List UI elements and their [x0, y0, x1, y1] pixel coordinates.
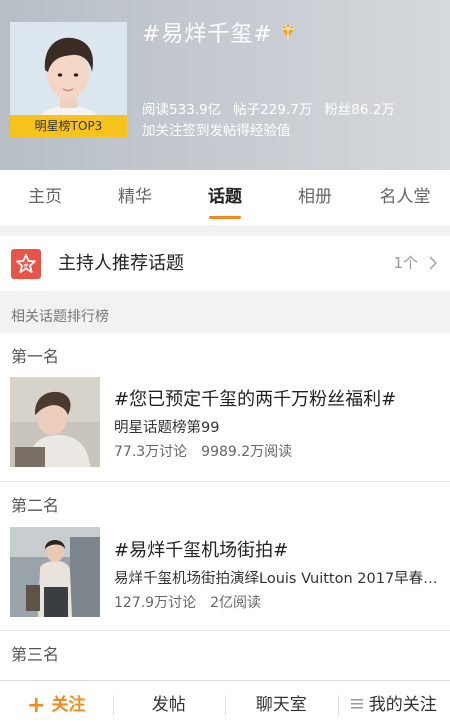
topic-meta: 127.9万讨论 2亿阅读	[114, 592, 275, 612]
topic-thumbnail[interactable]	[10, 527, 100, 617]
tab-album[interactable]: 相册	[270, 170, 360, 225]
topic-meta: 77.3万讨论 9989.2万阅读	[114, 441, 306, 461]
fans-stat: 粉丝86.2万	[324, 102, 395, 118]
menu-icon	[350, 698, 363, 709]
follow-button[interactable]: + 关注	[0, 681, 113, 728]
follow-label: 关注	[51, 694, 86, 715]
topic-title-row: #易烊千玺#	[142, 16, 297, 48]
follow-hint: 加关注签到发帖得经验值	[142, 123, 291, 139]
post-label: 发帖	[151, 694, 186, 715]
ranking-item-2[interactable]: 第二名 #易烊千玺机场街拍# 易烊千玺机场街拍演绎Louis Vuitton 2…	[0, 482, 450, 630]
rank-label: 第一名	[11, 347, 60, 366]
topic-subtitle: 易烊千玺机场街拍演绎Louis Vuitton 2017早春…	[114, 571, 438, 587]
host-recommended-label: 主持人推荐话题	[58, 253, 184, 274]
bottom-action-bar: + 关注 发帖 聊天室 我的关注	[0, 680, 450, 728]
host-recommended-row[interactable]: # 主持人推荐话题 1个	[0, 236, 450, 291]
post-button[interactable]: 发帖	[112, 681, 226, 728]
topic-subtitle: 明星话题榜第99	[114, 420, 220, 436]
discussion-count: 127.9万讨论	[114, 595, 197, 611]
my-follows-label: 我的关注	[368, 694, 437, 715]
reads-stat: 阅读533.9亿	[142, 102, 222, 118]
host-recommended-count: 1个	[393, 254, 418, 272]
topic-title: #易烊千玺#	[142, 22, 273, 47]
rank-label: 第三名	[11, 645, 60, 664]
tab-home[interactable]: 主页	[0, 170, 90, 225]
plus-icon: +	[27, 692, 46, 718]
section-title: 相关话题排行榜	[11, 309, 109, 325]
ranking-item-1[interactable]: 第一名 #您已预定千玺的两千万粉丝福利# 明星话题榜第99 77.3万讨论 998…	[0, 333, 450, 481]
posts-stat: 帖子229.7万	[233, 102, 313, 118]
topic-stats: 阅读533.9亿 帖子229.7万 粉丝86.2万	[142, 98, 407, 118]
rank-tag: 明星榜TOP3	[10, 115, 127, 137]
svg-text:#: #	[23, 262, 29, 270]
rank-label: 第二名	[11, 496, 60, 515]
topic-header: 明星榜TOP3 #易烊千玺# 阅读533.9亿 帖子229.7万 粉丝86.2万 加…	[0, 0, 450, 170]
chatroom-label: 聊天室	[255, 694, 307, 715]
tab-topics[interactable]: 话题	[180, 170, 270, 225]
recommend-star-icon: #	[11, 249, 41, 279]
discussion-count: 77.3万讨论	[114, 444, 188, 460]
read-count: 9989.2万阅读	[201, 444, 293, 460]
tab-hall-of-fame[interactable]: 名人堂	[360, 170, 450, 225]
tab-bar: 主页 精华 话题 相册 名人堂	[0, 170, 450, 225]
diamond-badge-icon	[281, 24, 294, 39]
chatroom-button[interactable]: 聊天室	[225, 681, 338, 728]
topic-page: 明星榜TOP3 #易烊千玺# 阅读533.9亿 帖子229.7万 粉丝86.2万 加…	[0, 0, 450, 728]
tab-featured[interactable]: 精华	[90, 170, 180, 225]
topic-title: #您已预定千玺的两千万粉丝福利#	[114, 389, 397, 410]
topic-title: #易烊千玺机场街拍#	[114, 540, 289, 561]
chevron-right-icon	[429, 256, 438, 270]
my-follows-button[interactable]: 我的关注	[337, 681, 450, 728]
topic-avatar[interactable]: 明星榜TOP3	[10, 22, 127, 137]
topic-thumbnail[interactable]	[10, 377, 100, 467]
read-count: 2亿阅读	[210, 595, 262, 611]
ranking-item-3[interactable]: 第三名	[0, 631, 450, 680]
